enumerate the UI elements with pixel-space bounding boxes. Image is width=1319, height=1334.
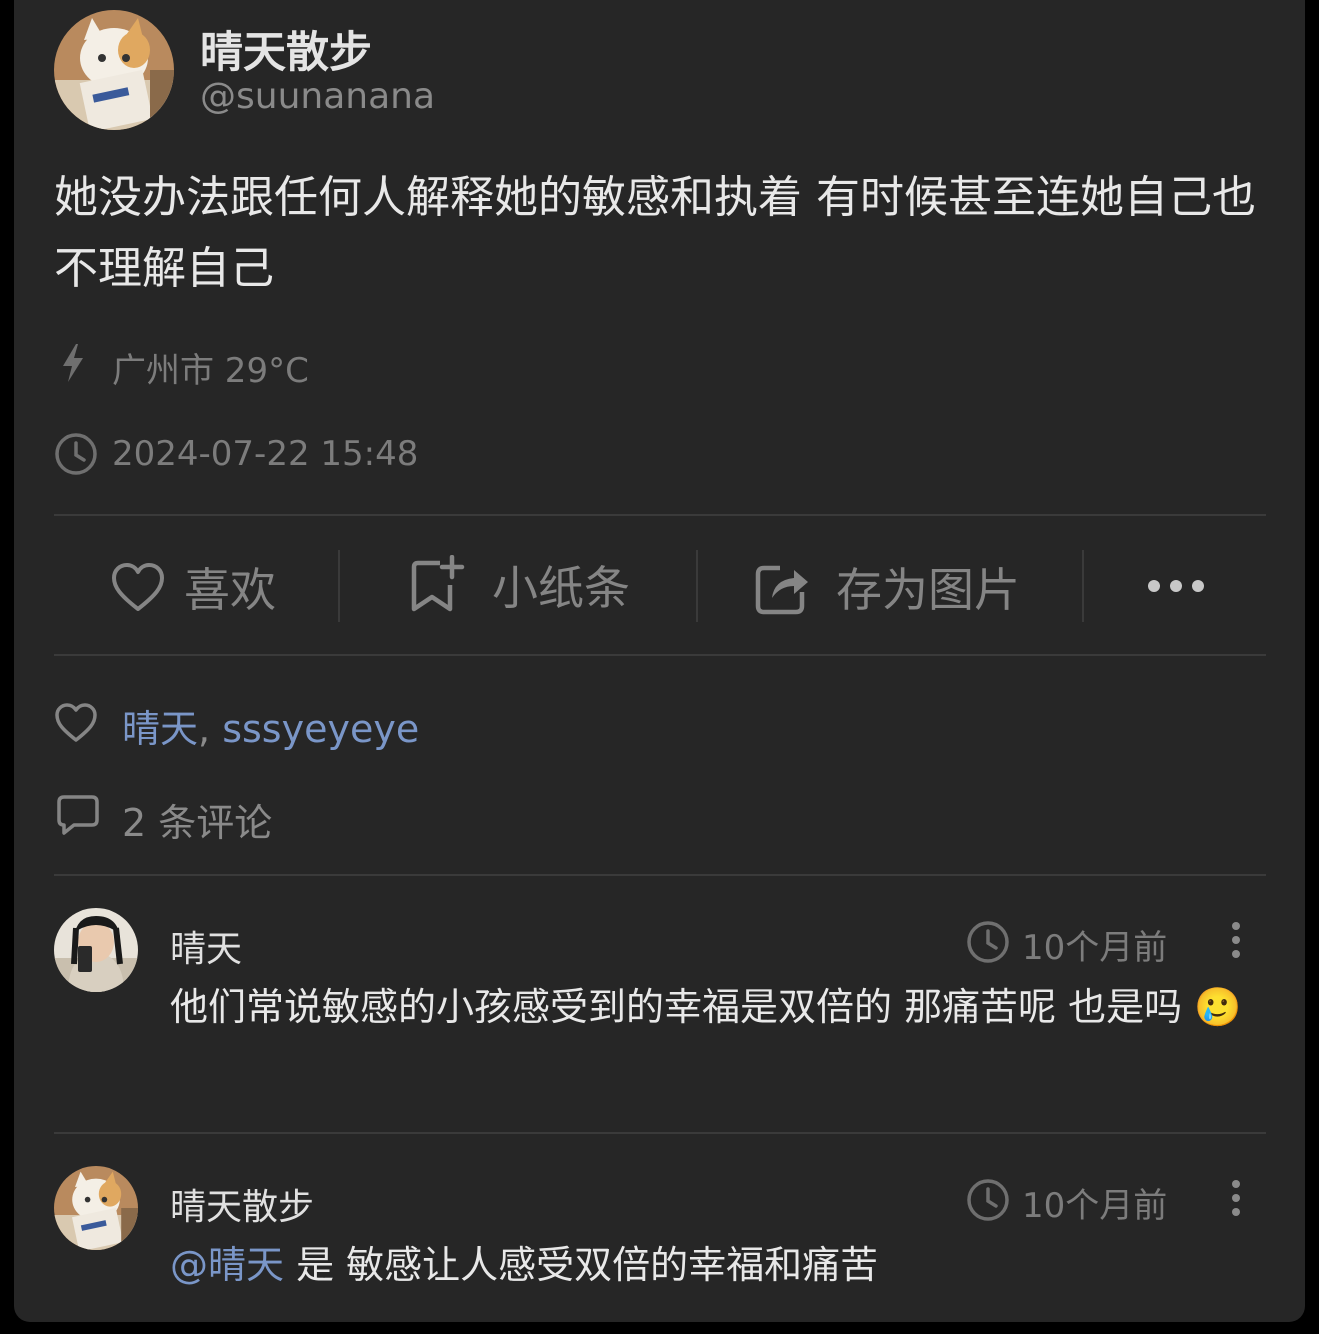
comment-text: @晴天 是 敏感让人感受双倍的幸福和痛苦 (170, 1232, 1250, 1298)
author-name[interactable]: 晴天散步 (200, 18, 372, 80)
clock-icon (54, 432, 98, 476)
post-card: 晴天散步 @suunanana 她没办法跟任何人解释她的敏感和执着 有时候甚至连… (14, 0, 1305, 1322)
heart-icon (110, 561, 166, 613)
clock-icon (966, 1178, 1010, 1222)
post-location: 广州市 29°C (112, 351, 309, 391)
divider (54, 654, 1266, 656)
commenter-avatar[interactable] (54, 1166, 138, 1250)
bookmark-plus-icon (410, 555, 466, 615)
comment-bubble-icon (56, 794, 100, 836)
tearful-smile-emoji: 🥲 (1194, 985, 1242, 1029)
post-content: 她没办法跟任何人解释她的敏感和执着 有时候甚至连她自己也不理解自己 (54, 172, 1256, 294)
divider (54, 514, 1266, 516)
note-button[interactable]: 小纸条 (410, 552, 630, 618)
action-divider (1082, 550, 1084, 622)
comment-author[interactable]: 晴天散步 (170, 1178, 314, 1230)
liked-user-link[interactable]: 晴天 (122, 707, 198, 751)
cat-avatar-image (54, 1166, 138, 1250)
comment-item: 晴天散步 10个月前 @晴天 是 敏感让人感受双倍的幸福和痛苦 (14, 1134, 1305, 1322)
comment-author[interactable]: 晴天 (170, 920, 242, 972)
author-avatar[interactable] (54, 10, 174, 130)
comment-body: 是 敏感让人感受双倍的幸福和痛苦 (284, 1243, 879, 1287)
liked-by-list: 晴天, sssyeyeye (122, 698, 419, 753)
comment-body: 他们常说敏感的小孩感受到的幸福是双倍的 那痛苦呢 也是吗 (170, 985, 1183, 1029)
note-label: 小纸条 (492, 561, 630, 615)
post-datetime: 2024-07-22 15:48 (112, 434, 419, 474)
comment-text: 他们常说敏感的小孩感受到的幸福是双倍的 那痛苦呢 也是吗 🥲 (170, 974, 1250, 1040)
comment-time: 10个月前 (1022, 928, 1168, 968)
clock-icon (966, 920, 1010, 964)
mention-link[interactable]: @晴天 (170, 1243, 284, 1287)
comment-item: 晴天 10个月前 他们常说敏感的小孩感受到的幸福是双倍的 那痛苦呢 也是吗 🥲 (14, 876, 1305, 1132)
heart-icon (54, 702, 98, 744)
comment-time: 10个月前 (1022, 1186, 1168, 1226)
action-divider (696, 550, 698, 622)
selfie-avatar-image (54, 908, 138, 992)
share-box-icon (754, 558, 812, 616)
bolt-icon (58, 342, 88, 384)
author-handle: @suunanana (200, 76, 436, 117)
liked-user-separator: , (198, 707, 211, 751)
action-divider (338, 550, 340, 622)
commenter-avatar[interactable] (54, 908, 138, 992)
liked-user-link[interactable]: sssyeyeye (222, 707, 419, 751)
save-image-label: 存为图片 (836, 563, 1020, 617)
cat-avatar-image (54, 10, 174, 130)
like-button[interactable]: 喜欢 (110, 554, 276, 620)
more-vertical-icon[interactable] (1226, 1178, 1246, 1218)
more-horizontal-icon[interactable] (1144, 574, 1208, 598)
more-vertical-icon[interactable] (1226, 920, 1246, 960)
like-label: 喜欢 (184, 563, 276, 617)
save-image-button[interactable]: 存为图片 (754, 554, 1020, 620)
comment-count[interactable]: 2 条评论 (122, 792, 272, 847)
